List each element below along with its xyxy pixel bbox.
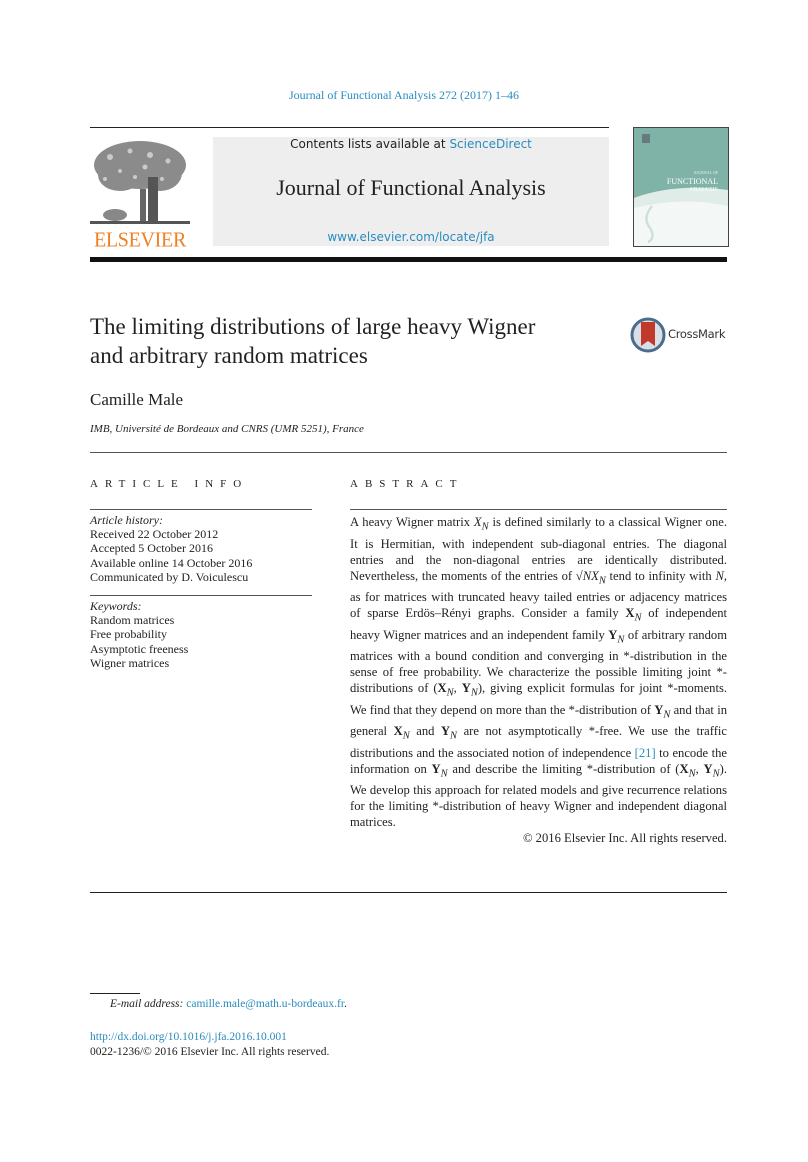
abstract-copyright: © 2016 Elsevier Inc. All rights reserved…	[522, 831, 727, 846]
cover-image: JOURNAL OF FUNCTIONAL ANALYSIS	[634, 128, 728, 246]
article-history-label: Article history:	[90, 513, 163, 527]
abstract-end-rule	[90, 892, 727, 893]
abstract-text: A heavy Wigner matrix	[350, 515, 474, 529]
article-title: The limiting distributions of large heav…	[90, 312, 610, 370]
math-bold-y: Y	[431, 761, 441, 776]
math-sqrtN: √N	[575, 568, 592, 583]
math-comma: ,	[695, 761, 704, 776]
crossmark-icon	[630, 317, 666, 353]
running-head[interactable]: Journal of Functional Analysis 272 (2017…	[0, 88, 808, 103]
history-accepted: Accepted 5 October 2016	[90, 541, 213, 556]
journal-title: Journal of Functional Analysis	[276, 175, 546, 200]
abstract-heading: ABSTRACT	[350, 478, 464, 490]
email-link[interactable]: camille.male@math.u-bordeaux.fr	[186, 998, 344, 1010]
journal-url-link[interactable]: www.elsevier.com/locate/jfa	[213, 230, 609, 244]
math-sub: N	[446, 687, 454, 699]
abstract-text: and	[409, 724, 441, 739]
abstract-text: and describe the limiting *-distribution…	[447, 761, 676, 776]
email-footnote: E-mail address: camille.male@math.u-bord…	[110, 998, 347, 1010]
contents-prefix: Contents lists available at	[290, 137, 450, 151]
reference-link[interactable]: [21]	[635, 746, 656, 760]
math-sub: N	[634, 612, 642, 624]
math-bold-y: Y	[608, 627, 618, 642]
author-affiliation: IMB, Université de Bordeaux and CNRS (UM…	[90, 423, 364, 435]
math-bold-x: X	[393, 724, 403, 739]
math-bold-y: Y	[461, 681, 471, 696]
history-available: Available online 14 October 2016	[90, 555, 253, 570]
math-bold-x: X	[437, 681, 447, 696]
math-bold-x: X	[679, 761, 689, 776]
math-sub: N	[440, 768, 448, 780]
article-info-rule	[90, 509, 312, 510]
crossmark-label: CrossMark	[668, 327, 726, 341]
math-n: N	[715, 568, 724, 583]
contents-line: Contents lists available at ScienceDirec…	[213, 137, 609, 151]
history-received: Received 22 October 2012	[90, 527, 219, 542]
abstract-text: tend to infinity with	[605, 568, 716, 583]
math-sub: N	[470, 687, 478, 699]
article-history: Article history: Received 22 October 201…	[90, 513, 312, 584]
article-info-heading: ARTICLE INFO	[90, 478, 249, 490]
math-bold-y: Y	[654, 702, 664, 717]
keyword-item: Asymptotic freeness	[90, 641, 189, 656]
elsevier-wordmark: ELSEVIER	[93, 228, 187, 252]
crossmark-badge[interactable]: CrossMark	[630, 316, 730, 356]
math-bold-x: X	[625, 606, 635, 621]
keyword-item: Free probability	[90, 627, 167, 642]
math-comma: ,	[453, 681, 462, 696]
journal-banner: Contents lists available at ScienceDirec…	[213, 137, 609, 246]
title-line-1: The limiting distributions of large heav…	[90, 314, 536, 339]
math-x: X	[591, 568, 599, 583]
history-communicated: Communicated by D. Voiculescu	[90, 569, 249, 584]
header-thick-rule	[90, 257, 727, 262]
sciencedirect-link[interactable]: ScienceDirect	[449, 137, 531, 151]
title-line-2: and arbitrary random matrices	[90, 343, 368, 368]
math-sub: N	[481, 521, 489, 533]
abstract-body: A heavy Wigner matrix XN is defined simi…	[350, 514, 727, 846]
doi-link[interactable]: http://dx.doi.org/10.1016/j.jfa.2016.10.…	[90, 1031, 287, 1043]
cover-line2: FUNCTIONAL	[667, 177, 718, 186]
cover-line3: ANALYSIS	[689, 187, 718, 193]
section-rule	[90, 452, 727, 453]
keyword-item: Wigner matrices	[90, 655, 170, 670]
abstract-rule	[350, 509, 727, 510]
math-bold-y: Y	[440, 724, 451, 739]
keywords-rule	[90, 595, 312, 596]
math-sub: N	[402, 730, 410, 742]
journal-cover-thumbnail[interactable]: JOURNAL OF FUNCTIONAL ANALYSIS	[633, 127, 729, 247]
math-sub: N	[712, 768, 720, 780]
issn-copyright: 0022-1236/© 2016 Elsevier Inc. All right…	[90, 1046, 330, 1058]
author-name[interactable]: Camille Male	[90, 390, 183, 410]
email-label: E-mail address:	[110, 998, 187, 1010]
header-rule	[90, 127, 609, 128]
keyword-item: Random matrices	[90, 613, 175, 628]
footnote-rule	[90, 993, 140, 994]
keywords-label: Keywords:	[90, 599, 142, 613]
math-x: X	[473, 515, 482, 529]
math-bold-y: Y	[703, 761, 713, 776]
email-end: .	[344, 998, 347, 1010]
math-sub: N	[688, 768, 696, 780]
cover-line1: JOURNAL OF	[694, 170, 719, 175]
math-sub: N	[598, 575, 606, 587]
math-sub: N	[450, 730, 458, 742]
tree-icon	[90, 141, 190, 224]
keywords: Keywords: Random matrices Free probabili…	[90, 599, 312, 670]
